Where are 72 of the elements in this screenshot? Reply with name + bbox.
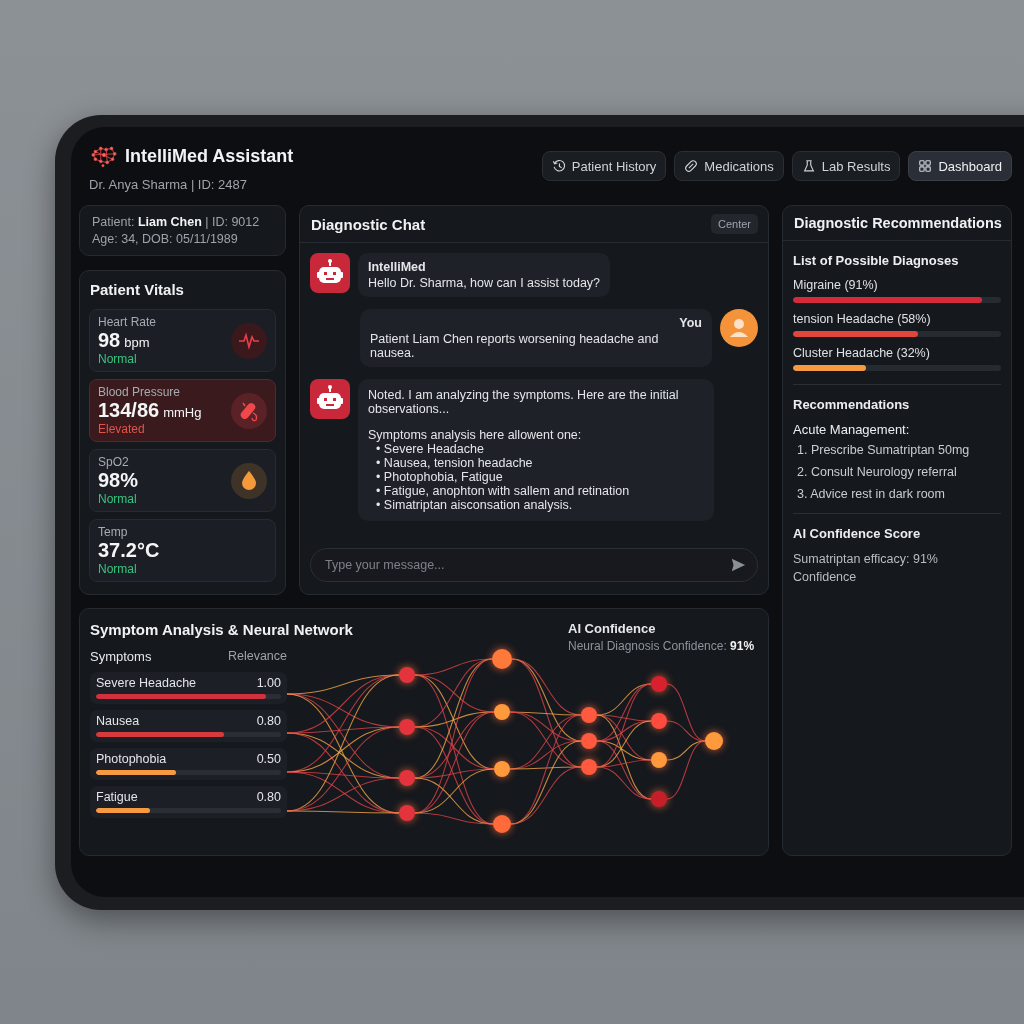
vital-status: Normal xyxy=(98,492,138,506)
pill-icon xyxy=(684,159,699,173)
section-title: Recommendations xyxy=(793,397,911,412)
vital-value: 98% xyxy=(98,469,139,492)
confidence-text: Neural Diagnosis Confidence: 91% xyxy=(568,639,756,653)
message-sender: You xyxy=(679,316,702,330)
column-header: Symptoms xyxy=(90,649,152,664)
message-input[interactable]: Type your message... xyxy=(310,548,758,582)
section-subtitle: Acute Management: xyxy=(793,422,911,437)
nav-button[interactable]: Patient History xyxy=(541,151,667,181)
list-item: • Fatigue, anophton with sallem and retination xyxy=(375,484,631,498)
doctor-info: Dr. Anya Sharma | ID: 2487 xyxy=(89,177,248,192)
symptom-name: Nausea xyxy=(96,714,140,728)
recommendation-step: 2. Consult Neurology referral xyxy=(797,465,1001,479)
panel-title: Diagnostic Chat xyxy=(311,215,426,233)
column-header: Relevance xyxy=(227,649,287,664)
user-avatar-icon xyxy=(720,309,758,347)
symptom-name: Photophobia xyxy=(96,752,167,766)
recommendation-step: 1. Prescribe Sumatriptan 50mg xyxy=(797,443,1001,457)
history-icon xyxy=(551,159,566,173)
brain-logo-icon xyxy=(89,143,119,169)
list-item: • Severe Headache xyxy=(375,442,485,456)
vital-status: Normal xyxy=(98,352,138,366)
nav-button[interactable]: Lab Results xyxy=(791,151,901,181)
message-text: Patient Liam Chen reports worsening headache and nausea. xyxy=(370,332,660,360)
robot-avatar-icon xyxy=(310,253,350,293)
list-item: • Photophobia, Fatigue xyxy=(375,470,504,484)
relevance-score: 0.80 xyxy=(256,790,281,804)
panel-title: Patient Vitals xyxy=(90,281,185,298)
symptom-name: Severe Headache xyxy=(96,676,197,690)
center-button[interactable]: Center xyxy=(710,214,758,234)
vital-status: Normal xyxy=(98,562,138,576)
nav-button[interactable]: Dashboard xyxy=(908,151,1012,181)
vital-value: 98 bpm xyxy=(98,329,151,352)
confidence-title: AI Confidence xyxy=(568,621,657,636)
recommendation-step: 3. Advice rest in dark room xyxy=(797,487,1001,501)
send-icon[interactable] xyxy=(730,557,746,573)
message-text: Hello Dr. Sharma, how can I assist today? xyxy=(368,276,601,290)
drop-icon xyxy=(231,462,267,499)
vital-label: Heart Rate xyxy=(98,315,157,329)
flask-icon xyxy=(801,159,816,173)
message-text: Noted. I am analyzing the symptoms. Here are the initial observations... xyxy=(368,388,680,416)
vital-status: Elevated xyxy=(98,422,146,436)
message-text: Symptoms analysis here allowent one: xyxy=(368,428,583,442)
vital-value: 134/86 mmHg xyxy=(98,399,202,422)
vital-value: 37.2°C xyxy=(98,539,160,562)
patient-info: Patient: Liam Chen | ID: 9012 xyxy=(92,215,261,229)
patient-age-dob: Age: 34, DOB: 05/11/1989 xyxy=(92,232,239,246)
vital-label: Temp xyxy=(98,525,129,539)
capsule-icon xyxy=(231,392,267,429)
relevance-score: 0.50 xyxy=(256,752,281,766)
section-title: List of Possible Diagnoses xyxy=(793,253,960,268)
panel-title: Diagnostic Recommendations xyxy=(794,215,1000,231)
list-item: • Nausea, tension headache xyxy=(375,456,534,470)
grid-icon xyxy=(918,159,933,173)
app-title: IntelliMed Assistant xyxy=(125,145,294,167)
relevance-score: 0.80 xyxy=(256,714,281,728)
diagnosis-label: tension Headache (58%) xyxy=(793,312,932,326)
robot-avatar-icon xyxy=(310,379,350,419)
diagnosis-label: Migraine (91%) xyxy=(793,278,879,292)
pulse-icon xyxy=(231,322,267,359)
diagnosis-label: Cluster Headache (32%) xyxy=(793,346,931,360)
panel-title: Symptom Analysis & Neural Network xyxy=(90,621,353,640)
nav-button[interactable]: Medications xyxy=(674,151,784,181)
vital-label: SpO2 xyxy=(98,455,130,469)
relevance-score: 1.00 xyxy=(256,676,281,690)
confidence-text: Sumatriptan efficacy: 91% Confidence xyxy=(793,551,939,586)
section-title: AI Confidence Score xyxy=(793,526,922,541)
vital-label: Blood Pressure xyxy=(98,385,182,399)
list-item: • Simatriptan aisconsation analysis. xyxy=(375,498,574,512)
message-sender: IntelliMed xyxy=(368,260,427,274)
symptom-name: Fatigue xyxy=(96,790,138,804)
